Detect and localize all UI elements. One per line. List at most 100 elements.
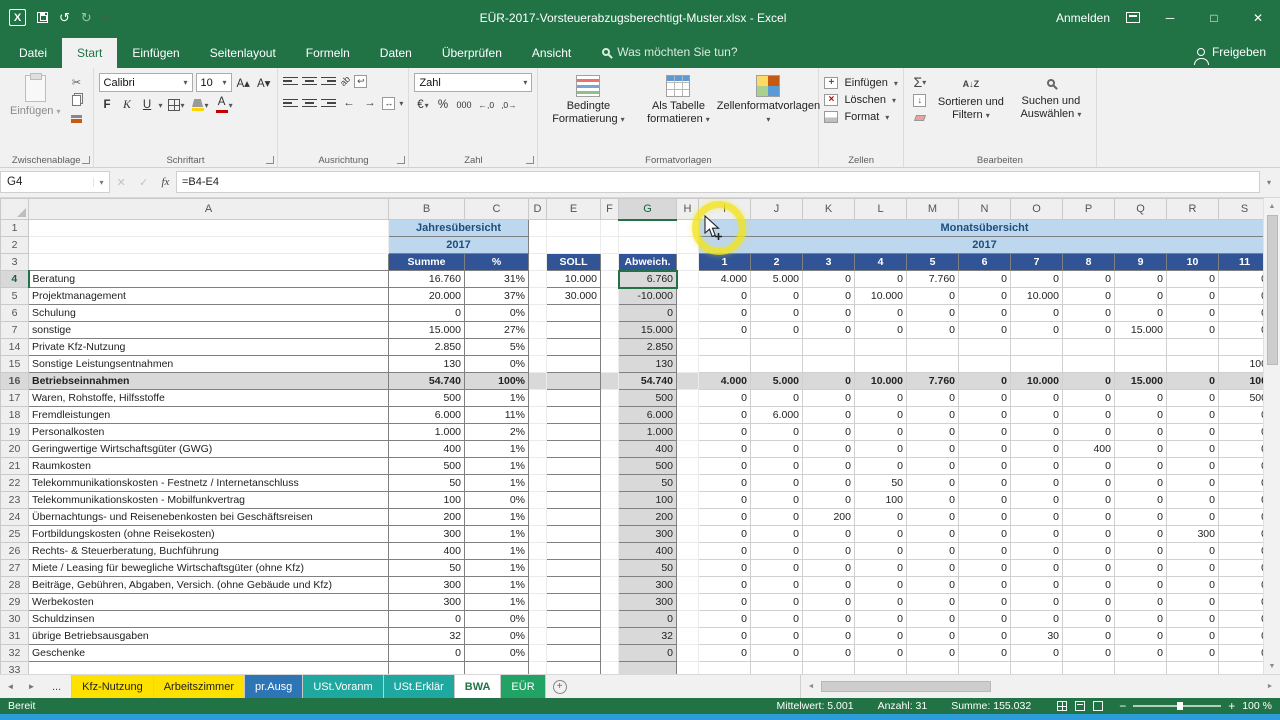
cell[interactable]: [601, 577, 619, 594]
align-bottom-icon[interactable]: [321, 74, 336, 88]
cell-month-10-row-14[interactable]: [1167, 339, 1219, 356]
cell-G4[interactable]: 6.760: [619, 271, 677, 288]
cell-E25[interactable]: [547, 526, 601, 543]
cell-C16[interactable]: 100%: [465, 373, 529, 390]
cell-month-5-row-25[interactable]: 0: [907, 526, 959, 543]
row-header-3[interactable]: 3: [1, 254, 29, 271]
cell-month-5-row-19[interactable]: 0: [907, 424, 959, 441]
cell-month-6-row-31[interactable]: 0: [959, 628, 1011, 645]
cell-month-8-row-19[interactable]: 0: [1063, 424, 1115, 441]
cell[interactable]: [601, 390, 619, 407]
cell-month-5-row-21[interactable]: 0: [907, 458, 959, 475]
cell-month-10-row-23[interactable]: 0: [1167, 492, 1219, 509]
month-header-7[interactable]: 7: [1011, 254, 1063, 271]
column-header-G[interactable]: G: [619, 199, 677, 220]
cell-B5[interactable]: 20.000: [389, 288, 465, 305]
cell-month-6-row-4[interactable]: 0: [959, 271, 1011, 288]
cell[interactable]: [601, 645, 619, 662]
cell-month-4-row-31[interactable]: 0: [855, 628, 907, 645]
row-header-17[interactable]: 17: [1, 390, 29, 407]
cell-month-3-row-5[interactable]: 0: [803, 288, 855, 305]
cell-month-3-row-21[interactable]: 0: [803, 458, 855, 475]
cell-E16[interactable]: [547, 373, 601, 390]
status-aggregate-0[interactable]: Mittelwert: 5.001: [777, 700, 854, 712]
column-header-Q[interactable]: Q: [1115, 199, 1167, 220]
cell-E24[interactable]: [547, 509, 601, 526]
cell-month-3-row-25[interactable]: 0: [803, 526, 855, 543]
cell-month-5-row-7[interactable]: 0: [907, 322, 959, 339]
cell-month-1-row-24[interactable]: 0: [699, 509, 751, 526]
cell[interactable]: [677, 254, 699, 271]
annual-overview-banner[interactable]: Jahresübersicht: [389, 220, 529, 237]
alignment-dialog-launcher-icon[interactable]: [397, 156, 405, 164]
cell-month-9-row-17[interactable]: 0: [1115, 390, 1167, 407]
cell-month-6-row-26[interactable]: 0: [959, 543, 1011, 560]
cell-month-8-row-23[interactable]: 0: [1063, 492, 1115, 509]
cell-E7[interactable]: [547, 322, 601, 339]
cell[interactable]: [677, 560, 699, 577]
cell[interactable]: [601, 543, 619, 560]
cell-B22[interactable]: 50: [389, 475, 465, 492]
decrease-decimal-icon[interactable]: ,0→: [499, 96, 519, 114]
cell-G15[interactable]: 130: [619, 356, 677, 373]
ribbon-tab-ansicht[interactable]: Ansicht: [517, 38, 586, 68]
cell-month-2-row-25[interactable]: 0: [751, 526, 803, 543]
cell-month-3-row-31[interactable]: 0: [803, 628, 855, 645]
cell-month-5-row-26[interactable]: 0: [907, 543, 959, 560]
row-label-25[interactable]: Fortbildungskosten (ohne Reisekosten): [29, 526, 389, 543]
cell-C14[interactable]: 5%: [465, 339, 529, 356]
cell-month-8-row-24[interactable]: 0: [1063, 509, 1115, 526]
cell-month-6-row-27[interactable]: 0: [959, 560, 1011, 577]
cell-month-9-row-29[interactable]: 0: [1115, 594, 1167, 611]
cell[interactable]: [529, 441, 547, 458]
new-sheet-button[interactable]: +: [546, 675, 574, 698]
row-label-27[interactable]: Miete / Leasing für bewegliche Wirtschaf…: [29, 560, 389, 577]
cell-month-4-row-25[interactable]: 0: [855, 526, 907, 543]
cell[interactable]: [29, 237, 389, 254]
cell-B14[interactable]: 2.850: [389, 339, 465, 356]
cell-month-6-row-18[interactable]: 0: [959, 407, 1011, 424]
cell-month-3-row-7[interactable]: 0: [803, 322, 855, 339]
cell-month-2-row-32[interactable]: 0: [751, 645, 803, 662]
cell-month-7-row-18[interactable]: 0: [1011, 407, 1063, 424]
cell[interactable]: [529, 390, 547, 407]
cell-month-4-row-19[interactable]: 0: [855, 424, 907, 441]
monthly-overview-banner[interactable]: Monatsübersicht: [699, 220, 1271, 237]
currency-format-icon[interactable]: €▾: [414, 96, 431, 114]
cell[interactable]: [529, 458, 547, 475]
sheet-tab-ust.voranm[interactable]: USt.Voranm: [303, 675, 383, 698]
cell-month-7-row-32[interactable]: 0: [1011, 645, 1063, 662]
cell-C26[interactable]: 1%: [465, 543, 529, 560]
cell-month-1-row-6[interactable]: 0: [699, 305, 751, 322]
column-header-K[interactable]: K: [803, 199, 855, 220]
cell-month-3-row-29[interactable]: 0: [803, 594, 855, 611]
row-header-24[interactable]: 24: [1, 509, 29, 526]
cell[interactable]: [677, 526, 699, 543]
editing-button-1[interactable]: Suchen und Auswählen ▾: [1011, 71, 1091, 129]
cell-month-7-row-25[interactable]: 0: [1011, 526, 1063, 543]
cell-month-9-row-6[interactable]: 0: [1115, 305, 1167, 322]
cell-month-6-row-16[interactable]: 0: [959, 373, 1011, 390]
cell-month-7-row-28[interactable]: 0: [1011, 577, 1063, 594]
sheet-tab-overflow[interactable]: ...: [42, 675, 72, 698]
cell-month-9-row-16[interactable]: 15.000: [1115, 373, 1167, 390]
cell-month-9-row-28[interactable]: 0: [1115, 577, 1167, 594]
cell-month-4-row-18[interactable]: 0: [855, 407, 907, 424]
cell-B24[interactable]: 200: [389, 509, 465, 526]
row-label-24[interactable]: Übernachtungs- und Reisenebenkosten bei …: [29, 509, 389, 526]
column-header-D[interactable]: D: [529, 199, 547, 220]
horizontal-scrollbar[interactable]: ◄ ►: [800, 675, 1280, 698]
cell-month-3-row-27[interactable]: 0: [803, 560, 855, 577]
cell-month-4-row-7[interactable]: 0: [855, 322, 907, 339]
cell-month-5-row-28[interactable]: 0: [907, 577, 959, 594]
cell[interactable]: [529, 356, 547, 373]
cell-G5[interactable]: -10.000: [619, 288, 677, 305]
cell[interactable]: [529, 339, 547, 356]
row-label-4[interactable]: Beratung: [29, 271, 389, 288]
cell-month-6-row-14[interactable]: [959, 339, 1011, 356]
summe-header[interactable]: Summe: [389, 254, 465, 271]
cell[interactable]: [29, 662, 389, 675]
row-header-2[interactable]: 2: [1, 237, 29, 254]
select-all-corner[interactable]: [1, 199, 29, 220]
cell-month-8-row-28[interactable]: 0: [1063, 577, 1115, 594]
